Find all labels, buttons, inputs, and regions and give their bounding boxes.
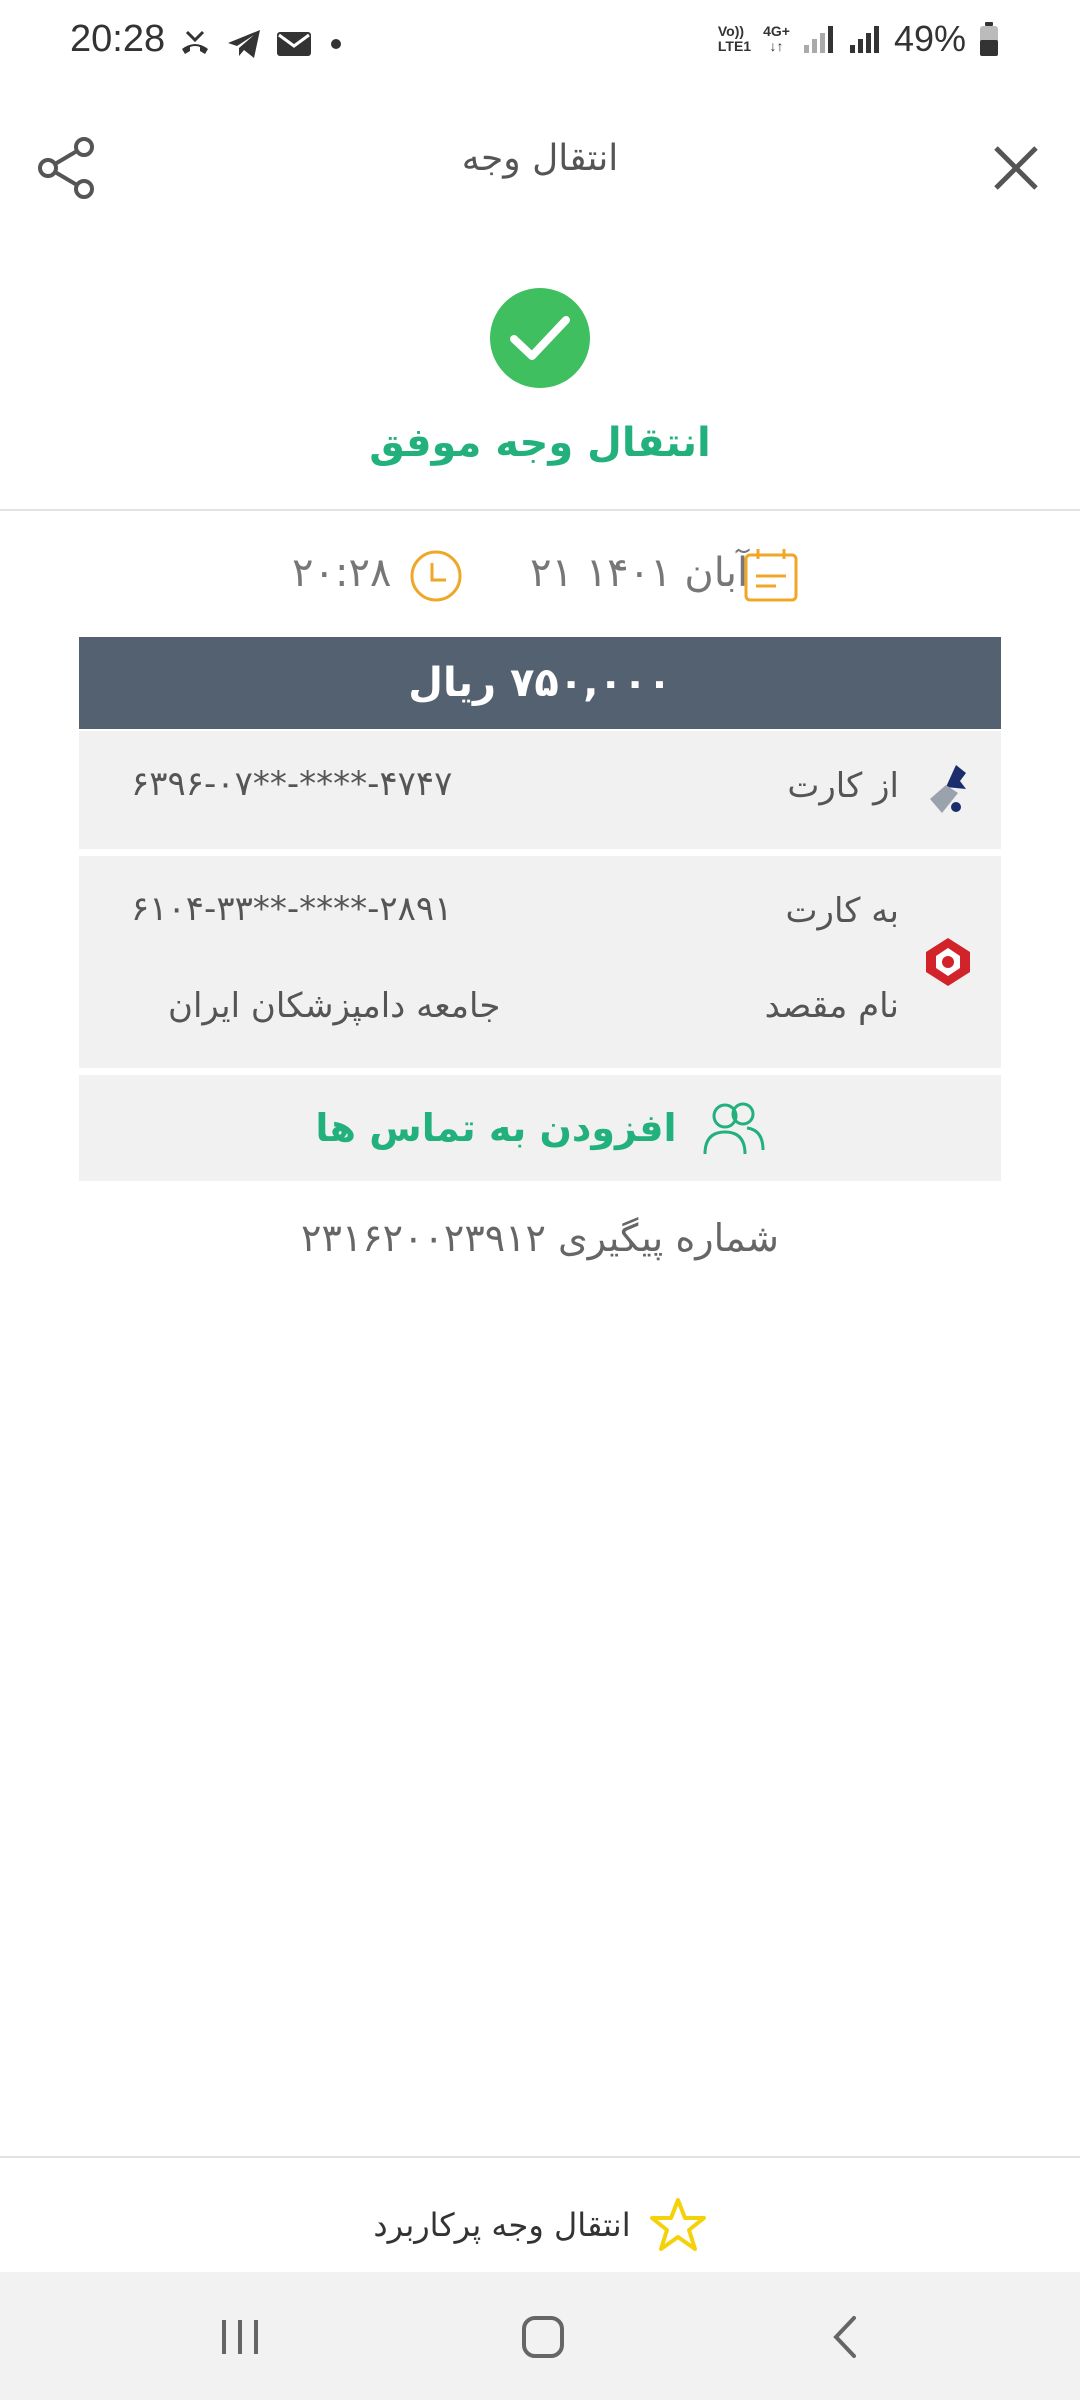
page-title: انتقال وجه [461, 138, 619, 179]
from-card-number: ۶۳۹۶-۰۷**-****-۴۷۴۷ [131, 764, 453, 804]
data-arrows-icon: ↓↑ [769, 38, 784, 54]
recent-apps-button[interactable] [200, 2302, 280, 2372]
add-to-contacts-button[interactable]: افزودن به تماس ها [79, 1075, 1001, 1181]
tracking-number: شماره پیگیری ۲۳۱۶۲۰۰۲۳۹۱۲ [301, 1216, 779, 1260]
from-card-panel: از کارت ۶۳۹۶-۰۷**-****-۴۷۴۷ [79, 731, 1001, 849]
recent-apps-icon [222, 2320, 258, 2354]
star-icon [649, 2198, 706, 2251]
from-card-label: از کارت [787, 766, 899, 806]
to-card-panel: به کارت ۶۱۰۴-۳۳**-****-۲۸۹۱ نام مقصد جام… [79, 856, 1001, 1068]
clock-icon [410, 550, 462, 602]
mail-icon [277, 32, 311, 56]
close-icon [994, 146, 1038, 190]
contacts-icon [703, 1102, 765, 1155]
volte-indicator: Vo)) LTE1 [718, 24, 751, 54]
transaction-time: ۲۰:۲۸ [292, 550, 392, 596]
battery-percentage: 49% [893, 18, 966, 59]
signal-icon-1 [803, 26, 833, 53]
battery-icon [980, 22, 998, 56]
status-time: 20:28 [70, 18, 166, 60]
frequent-transfers-button[interactable]: انتقال وجه پرکاربرد [0, 2190, 1080, 2260]
system-navigation-bar [0, 2272, 1080, 2400]
amount-value: ۷۵۰,۰۰۰ ریال [408, 660, 672, 706]
network-type-indicator: 4G+ ↓↑ [763, 24, 790, 54]
network-type-label: 4G+ [763, 23, 790, 39]
dot-icon [331, 39, 341, 49]
source-bank-logo-icon [930, 765, 966, 813]
back-button[interactable] [805, 2302, 885, 2372]
destination-bank-logo-icon [926, 938, 970, 986]
missed-call-icon [182, 30, 208, 54]
success-check-icon [490, 288, 590, 388]
transaction-date: ۲۱ آبان ۱۴۰۱ [530, 550, 749, 596]
lte-label: LTE1 [717, 38, 752, 54]
amount-bar: ۷۵۰,۰۰۰ ریال [79, 637, 1001, 729]
signal-icon-2 [849, 26, 879, 53]
divider [0, 509, 1080, 511]
close-button[interactable] [980, 132, 1052, 204]
bottom-divider [0, 2156, 1080, 2158]
telegram-icon [228, 30, 260, 58]
success-title: انتقال وجه موفق [369, 420, 711, 466]
frequent-transfers-label: انتقال وجه پرکاربرد [373, 2206, 631, 2244]
app-header: انتقال وجه [0, 100, 1080, 230]
status-right-icons: Vo)) LTE1 4G+ ↓↑ 49% [718, 18, 1000, 60]
datetime-row: ۲۰:۲۸ ۲۱ آبان ۱۴۰۱ [0, 540, 1080, 610]
to-card-label: به کارت [785, 891, 899, 931]
calendar-icon [744, 549, 798, 602]
status-bar: 20:28 Vo)) LTE1 4G+ ↓↑ 49% [0, 0, 1080, 90]
home-button[interactable] [503, 2302, 583, 2372]
home-icon [522, 2316, 564, 2358]
to-card-number: ۶۱۰۴-۳۳**-****-۲۸۹۱ [131, 889, 453, 929]
volte-label: Vo)) [717, 23, 745, 39]
add-to-contacts-label: افزودن به تماس ها [315, 1106, 677, 1150]
destination-name: جامعه دامپزشکان ایران [168, 986, 501, 1026]
back-icon [833, 2316, 856, 2358]
notification-icons [178, 22, 346, 66]
destination-name-label: نام مقصد [764, 986, 899, 1026]
